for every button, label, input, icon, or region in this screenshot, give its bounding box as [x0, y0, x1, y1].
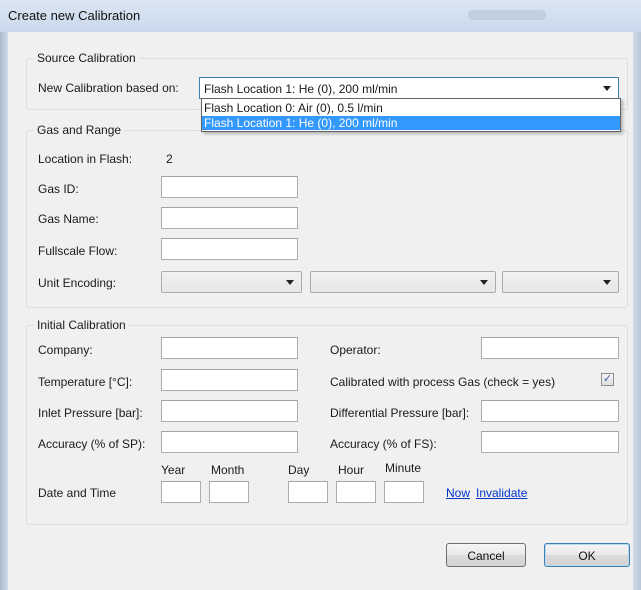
- source-calibration-select[interactable]: Flash Location 1: He (0), 200 ml/min: [199, 77, 619, 99]
- gas-name-field[interactable]: [161, 207, 298, 229]
- company-field[interactable]: [161, 337, 298, 359]
- chevron-down-icon[interactable]: [603, 86, 611, 91]
- hour-field[interactable]: [336, 481, 376, 503]
- dropdown-option-1[interactable]: Flash Location 1: He (0), 200 ml/min: [202, 116, 620, 130]
- gas-id-label: Gas ID:: [38, 182, 79, 196]
- checkmark-icon: ✓: [602, 373, 613, 385]
- cancel-button[interactable]: Cancel: [446, 543, 526, 567]
- date-time-label: Date and Time: [38, 486, 117, 500]
- day-label: Day: [288, 463, 310, 477]
- month-field[interactable]: [209, 481, 249, 503]
- hour-label: Hour: [338, 463, 365, 477]
- window-frame-left: [0, 32, 8, 590]
- company-label: Company:: [38, 343, 93, 357]
- differential-pressure-field[interactable]: [481, 400, 619, 422]
- year-field[interactable]: [161, 481, 201, 503]
- minute-field[interactable]: [384, 481, 424, 503]
- based-on-label: New Calibration based on:: [38, 81, 179, 95]
- month-label: Month: [211, 463, 245, 477]
- source-calibration-selected: Flash Location 1: He (0), 200 ml/min: [204, 82, 398, 96]
- inlet-pressure-label: Inlet Pressure [bar]:: [38, 406, 143, 420]
- accuracy-sp-field[interactable]: [161, 431, 298, 453]
- source-calibration-dropdown: Flash Location 0: Air (0), 0.5 l/min Fla…: [201, 98, 621, 132]
- inlet-pressure-field[interactable]: [161, 400, 298, 422]
- gas-and-range-legend: Gas and Range: [34, 123, 125, 137]
- chevron-down-icon[interactable]: [480, 280, 488, 285]
- process-gas-checkbox[interactable]: ✓: [601, 373, 614, 386]
- accuracy-fs-label: Accuracy (% of FS):: [330, 437, 437, 451]
- ok-button[interactable]: OK: [544, 543, 630, 567]
- temperature-label: Temperature [°C]:: [38, 375, 133, 389]
- chevron-down-icon[interactable]: [286, 280, 294, 285]
- dialog-body: Source Calibration New Calibration based…: [8, 32, 633, 590]
- location-in-flash-value: 2: [166, 152, 173, 166]
- invalidate-link[interactable]: Invalidate: [476, 486, 527, 500]
- unit-encoding-select-3[interactable]: [502, 271, 619, 293]
- window-frame-right: [633, 32, 641, 590]
- temperature-field[interactable]: [161, 369, 298, 391]
- fullscale-flow-label: Fullscale Flow:: [38, 244, 118, 258]
- process-gas-label: Calibrated with process Gas (check = yes…: [330, 375, 556, 389]
- accuracy-fs-field[interactable]: [481, 431, 619, 453]
- title-bar-blur: [468, 10, 546, 20]
- gas-name-label: Gas Name:: [38, 212, 99, 226]
- differential-pressure-label: Differential Pressure [bar]:: [330, 406, 470, 420]
- fullscale-flow-field[interactable]: [161, 238, 298, 260]
- chevron-down-icon[interactable]: [603, 280, 611, 285]
- dropdown-option-0[interactable]: Flash Location 0: Air (0), 0.5 l/min: [202, 101, 618, 115]
- accuracy-sp-label: Accuracy (% of SP):: [38, 437, 146, 451]
- location-in-flash-label: Location in Flash:: [38, 152, 133, 166]
- now-link[interactable]: Now: [446, 486, 470, 500]
- day-field[interactable]: [288, 481, 328, 503]
- unit-encoding-select-2[interactable]: [310, 271, 496, 293]
- operator-label: Operator:: [330, 343, 381, 357]
- year-label: Year: [161, 463, 186, 477]
- operator-field[interactable]: [481, 337, 619, 359]
- title-bar[interactable]: Create new Calibration: [0, 0, 641, 32]
- initial-calibration-legend: Initial Calibration: [34, 318, 129, 332]
- unit-encoding-select-1[interactable]: [161, 271, 302, 293]
- minute-label: Minute: [385, 461, 422, 475]
- window-title: Create new Calibration: [8, 8, 141, 23]
- source-calibration-legend: Source Calibration: [34, 51, 139, 65]
- unit-encoding-label: Unit Encoding:: [38, 276, 117, 290]
- gas-id-field[interactable]: [161, 176, 298, 198]
